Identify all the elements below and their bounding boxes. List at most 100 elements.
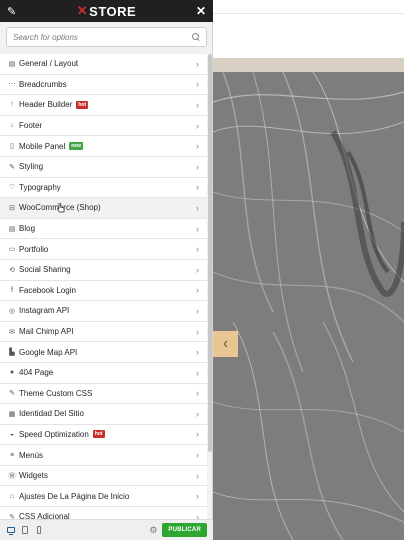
menu-item-label: Facebook Login bbox=[19, 285, 76, 295]
menu-item[interactable]: ◎ Instagram API › bbox=[0, 301, 207, 322]
chevron-right-icon: › bbox=[196, 511, 199, 519]
brand-name: STORE bbox=[89, 3, 137, 19]
menu-item-label: Google Map API bbox=[19, 347, 78, 357]
chevron-right-icon: › bbox=[196, 244, 199, 255]
chevron-left-icon: ‹ bbox=[222, 335, 229, 352]
menu-item[interactable]: ✎ Styling › bbox=[0, 156, 207, 178]
menu-item[interactable]: ✎ Theme Custom CSS › bbox=[0, 383, 207, 405]
menu-item-label: Typography bbox=[19, 182, 61, 192]
menu-item-label: Theme Custom CSS bbox=[19, 388, 93, 398]
chevron-right-icon: › bbox=[196, 285, 199, 296]
info-icon: ● bbox=[9, 369, 15, 377]
chevron-right-icon: › bbox=[196, 58, 199, 69]
panel-footer: ⚙ PUBLICAR bbox=[0, 519, 213, 540]
chevron-right-icon: › bbox=[196, 408, 199, 419]
tablet-icon[interactable] bbox=[20, 525, 30, 535]
map-icon: ▙ bbox=[9, 349, 15, 357]
menu-item-label: Mobile Panel bbox=[19, 141, 66, 151]
chevron-right-icon: › bbox=[196, 79, 199, 90]
menu-item[interactable]: ⟲ Social Sharing › bbox=[0, 259, 207, 281]
brush-icon: ✎ bbox=[9, 163, 15, 171]
pin-icon[interactable]: ✎ bbox=[7, 5, 19, 18]
css-brush-icon: ✎ bbox=[9, 390, 15, 398]
search-input[interactable] bbox=[13, 32, 192, 42]
menu-item[interactable]: ▭ Portfolio › bbox=[0, 239, 207, 260]
slider-prev-button[interactable]: ‹ bbox=[213, 331, 238, 357]
cart-icon: ⊟ bbox=[9, 204, 15, 212]
menu-item[interactable]: ▙ Google Map API › bbox=[0, 342, 207, 363]
breadcrumbs-icon: ⋯ bbox=[8, 81, 16, 89]
menu-item[interactable]: f Facebook Login › bbox=[0, 280, 207, 302]
chevron-right-icon: › bbox=[196, 491, 199, 502]
customizer-panel: ✎ ✕ STORE ✕ ▤General / Layout›⋯Breadcrum… bbox=[0, 0, 213, 540]
wordpress-icon: Ⓦ bbox=[8, 472, 16, 480]
menu-item[interactable]: ▤ General / Layout › bbox=[0, 54, 207, 75]
gear-icon[interactable]: ⚙ bbox=[149, 525, 157, 536]
brand-mark-icon: ✕ bbox=[76, 3, 89, 18]
close-icon[interactable]: ✕ bbox=[194, 4, 206, 18]
menu-item-label: Styling bbox=[19, 162, 44, 172]
menu-item[interactable]: ≡ Menús › bbox=[0, 445, 207, 466]
menu-item[interactable]: ↓ Footer › bbox=[0, 115, 207, 137]
menu-item-label: General / Layout bbox=[19, 59, 79, 69]
menu-item[interactable]: ⌂ Ajustes De La Página De Inicio › bbox=[0, 486, 207, 508]
menu-item-label: 404 Page bbox=[19, 368, 54, 378]
menu-item-label: Mail Chimp API bbox=[19, 327, 74, 337]
preview-topbar bbox=[213, 0, 404, 14]
panel-scrollbar[interactable] bbox=[208, 54, 212, 519]
typography-icon: ♡ bbox=[8, 184, 16, 192]
menu-item[interactable]: ♡ Typography › bbox=[0, 177, 207, 199]
hand-cursor-icon bbox=[57, 203, 65, 213]
menus-icon: ≡ bbox=[9, 451, 15, 459]
menu-item-label: Header Builder bbox=[19, 100, 73, 110]
chevron-right-icon: › bbox=[196, 388, 199, 399]
chevron-right-icon: › bbox=[196, 120, 199, 131]
panel-header: ✎ ✕ STORE ✕ bbox=[0, 0, 213, 22]
customizer-page: ‹ ✎ ✕ STORE ✕ ▤General / Layout›⋯Breadcr… bbox=[0, 0, 404, 540]
mobile-device-icon[interactable] bbox=[34, 525, 44, 535]
menu-item[interactable]: ✉ Mail Chimp API › bbox=[0, 321, 207, 343]
mobile-icon: ▯ bbox=[10, 143, 14, 151]
chevron-right-icon: › bbox=[196, 347, 199, 358]
chevron-right-icon: › bbox=[196, 182, 199, 193]
chevron-right-icon: › bbox=[196, 264, 199, 275]
menu-item[interactable]: ▦ Identidad Del Sitio › bbox=[0, 404, 207, 425]
menu-item-label: Instagram API bbox=[19, 306, 70, 316]
menu-item[interactable]: ↑ Header Builder hot › bbox=[0, 95, 207, 116]
menu-item[interactable]: ● 404 Page › bbox=[0, 362, 207, 384]
home-icon: ⌂ bbox=[9, 492, 15, 500]
menu-item[interactable]: ▯ Mobile Panel New › bbox=[0, 136, 207, 157]
chevron-right-icon: › bbox=[196, 202, 199, 213]
menu-item-label: Breadcrumbs bbox=[19, 79, 67, 89]
chevron-right-icon: › bbox=[196, 305, 199, 316]
mail-icon: ✉ bbox=[9, 328, 15, 336]
chevron-right-icon: › bbox=[196, 367, 199, 378]
scrollbar-thumb[interactable] bbox=[208, 54, 212, 452]
menu-item-label: CSS Adicional bbox=[19, 512, 70, 519]
menu-item[interactable]: ⊟ WooCommerce (Shop) › bbox=[0, 198, 207, 219]
menu-item-label: Social Sharing bbox=[19, 265, 71, 275]
menu-item[interactable]: Ⓦ Widgets › bbox=[0, 465, 207, 487]
menu-item-label: Menús bbox=[19, 450, 44, 460]
menu-item-label: Blog bbox=[19, 224, 36, 234]
hero-image bbox=[213, 72, 404, 540]
menu-item[interactable]: ⋯ Breadcrumbs › bbox=[0, 74, 207, 96]
new-badge: New bbox=[69, 142, 83, 151]
menu-item[interactable]: ✎ CSS Adicional › bbox=[0, 507, 207, 519]
share-icon: ⟲ bbox=[9, 266, 15, 274]
chevron-right-icon: › bbox=[196, 429, 199, 440]
instagram-icon: ◎ bbox=[8, 307, 16, 315]
options-menu: ▤ General / Layout › ⋯ Breadcrumbs › ↑ Header B… bbox=[0, 54, 207, 519]
menu-item[interactable]: ▤ Blog › bbox=[0, 218, 207, 240]
menu-item[interactable]: ◒ Speed Optimization hot › bbox=[0, 424, 207, 446]
menu-item-label: Identidad Del Sitio bbox=[19, 409, 84, 419]
blog-icon: ▤ bbox=[8, 225, 16, 233]
chevron-right-icon: › bbox=[196, 161, 199, 172]
portfolio-icon: ▭ bbox=[8, 246, 16, 254]
chevron-right-icon: › bbox=[196, 223, 199, 234]
desktop-icon[interactable] bbox=[6, 525, 16, 535]
publish-button[interactable]: PUBLICAR bbox=[162, 523, 207, 537]
hair-texture bbox=[213, 72, 404, 540]
chevron-right-icon: › bbox=[196, 470, 199, 481]
menu-item-label: Speed Optimization bbox=[19, 429, 89, 439]
